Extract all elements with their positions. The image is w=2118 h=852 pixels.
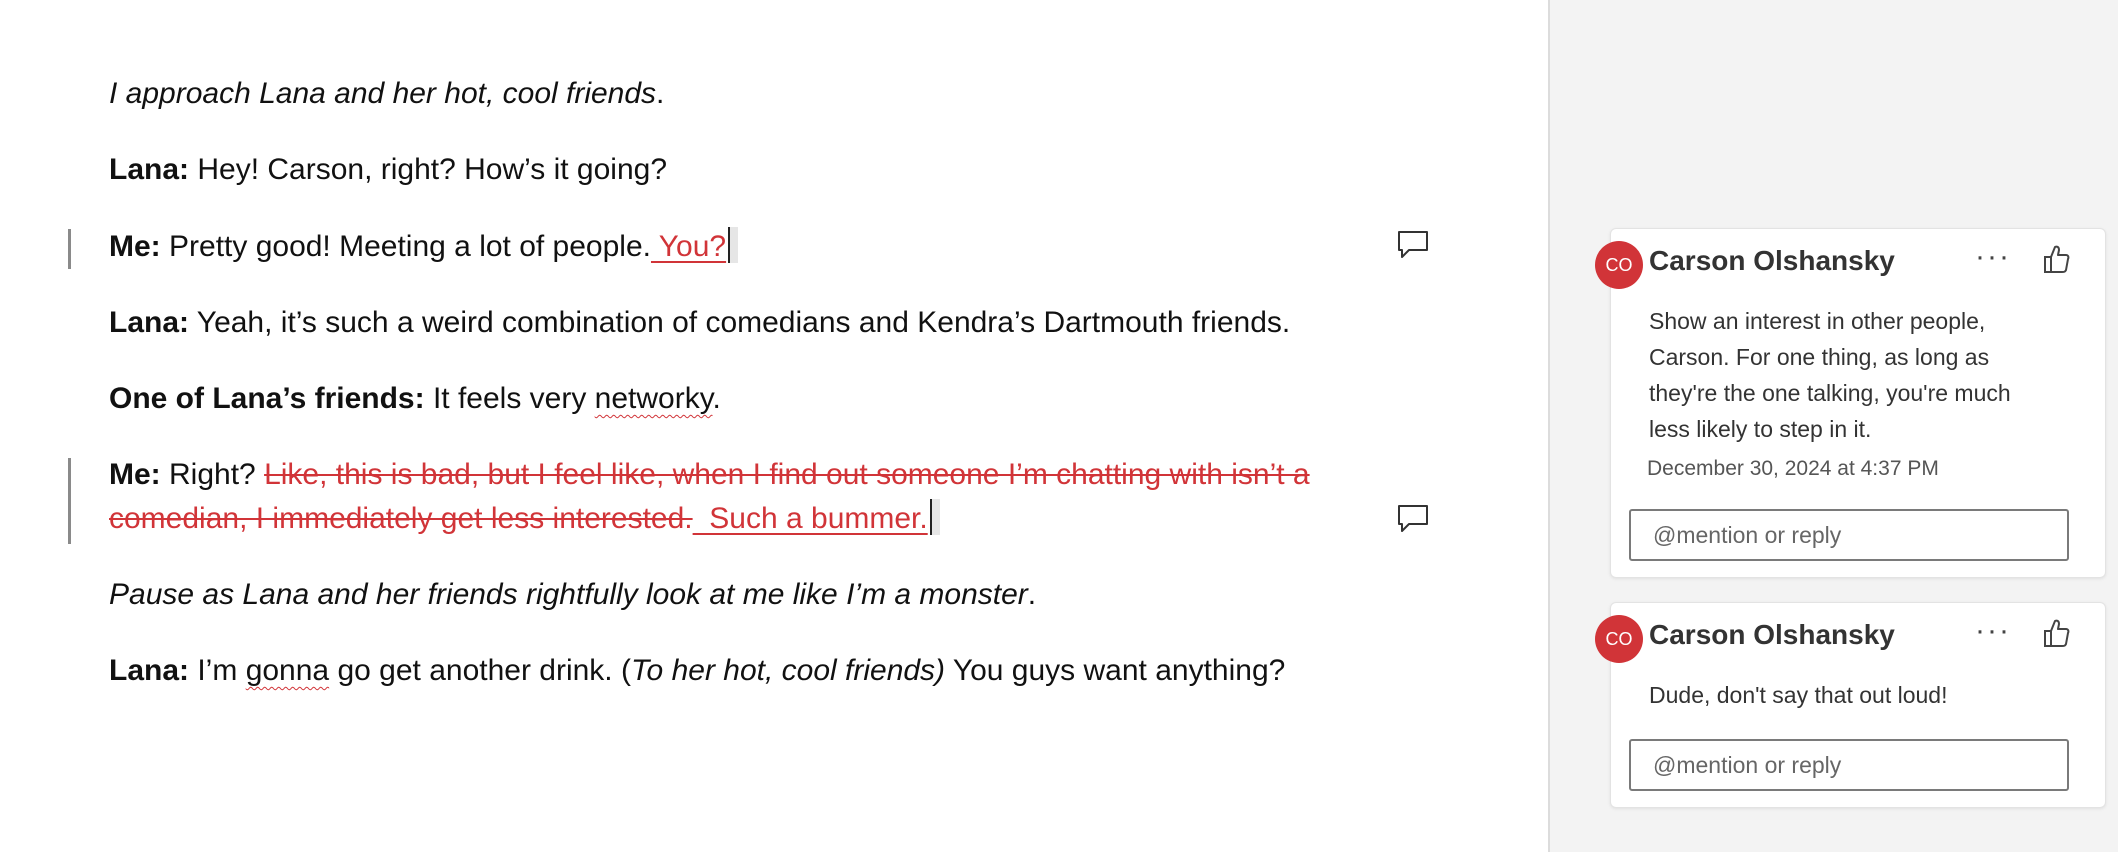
comment-line: they're the one talking, you're much xyxy=(1649,380,2011,406)
comment-icon[interactable] xyxy=(1396,503,1430,535)
stage-direction-text: Pause as Lana and her friends rightfully… xyxy=(109,578,1028,611)
comment-line: Carson. For one thing, as long as xyxy=(1649,344,1990,370)
change-bar xyxy=(68,229,71,269)
avatar: CO xyxy=(1595,241,1643,289)
comments-pane: CO Carson Olshansky ··· Show an interest… xyxy=(1548,0,2118,852)
paragraph-me-1[interactable]: Me: Pretty good! Meeting a lot of people… xyxy=(109,225,739,269)
comment-author: Carson Olshansky xyxy=(1649,245,1895,276)
speaker-label: Me: xyxy=(109,458,161,491)
more-options-icon[interactable]: ··· xyxy=(1975,616,2011,646)
speaker-label: One of Lana’s friends: xyxy=(109,382,425,415)
dialogue-text: Right? xyxy=(160,458,265,491)
stage-direction-inline: To her hot, cool friends) xyxy=(630,654,946,687)
dialogue-text: Pretty good! Meeting a lot of people. xyxy=(160,230,651,263)
more-options-icon[interactable]: ··· xyxy=(1975,242,2011,272)
paragraph-lana-3[interactable]: Lana: I’m gonna go get another drink. (T… xyxy=(109,649,1285,693)
paragraph-me-2-line-2[interactable]: comedian, I immediately get less interes… xyxy=(109,497,940,541)
misspelled-word[interactable]: gonna xyxy=(246,654,329,687)
text-cursor xyxy=(929,499,940,535)
dialogue-text: It feels very xyxy=(424,382,595,415)
speaker-label: Me: xyxy=(109,230,161,263)
dialogue-text: You guys want anything? xyxy=(945,654,1286,687)
comment-line: less likely to step in it. xyxy=(1649,416,1872,442)
paragraph-lana-2[interactable]: Lana: Yeah, it’s such a weird combinatio… xyxy=(109,301,1290,345)
dialogue-text-end: . xyxy=(712,382,721,415)
comment-card[interactable]: CO Carson Olshansky ··· Show an interest… xyxy=(1595,228,2106,578)
dialogue-text: go get another drink. ( xyxy=(329,654,631,687)
misspelled-word[interactable]: networky xyxy=(595,382,713,415)
dialogue-text: Hey! Carson, right? How’s it going? xyxy=(189,153,668,186)
comment-body: Dude, don't say that out loud! xyxy=(1649,677,2059,713)
comment-line: Show an interest in other people, xyxy=(1649,308,1986,334)
stage-direction-text: I approach Lana and her hot, cool friend… xyxy=(109,77,657,110)
comment-timestamp: December 30, 2024 at 4:37 PM xyxy=(1647,457,1939,480)
period: . xyxy=(656,77,665,110)
inserted-text: Such a bummer. xyxy=(692,502,928,535)
dialogue-text: Yeah, it’s such a weird combination of c… xyxy=(189,306,1291,339)
reply-input[interactable] xyxy=(1629,739,2069,791)
paragraph-stage-direction-1[interactable]: I approach Lana and her hot, cool friend… xyxy=(109,72,664,116)
comment-author: Carson Olshansky xyxy=(1649,619,1895,650)
text-cursor xyxy=(728,227,739,263)
avatar: CO xyxy=(1595,615,1643,663)
speaker-label: Lana: xyxy=(109,153,190,186)
change-bar xyxy=(68,458,71,544)
paragraph-me-2-line-1[interactable]: Me: Right? Like, this is bad, but I feel… xyxy=(109,453,1310,497)
inserted-text: You? xyxy=(650,230,727,263)
comment-line: Dude, don't say that out loud! xyxy=(1649,682,1948,708)
speaker-label: Lana: xyxy=(109,306,190,339)
like-icon[interactable] xyxy=(2041,617,2071,649)
reply-input[interactable] xyxy=(1629,509,2069,561)
period: . xyxy=(1027,578,1037,611)
deleted-text: Like, this is bad, but I feel like, when… xyxy=(264,458,1310,491)
paragraph-stage-direction-2[interactable]: Pause as Lana and her friends rightfully… xyxy=(109,573,1036,617)
comment-card[interactable]: CO Carson Olshansky ··· Dude, don't say … xyxy=(1595,602,2106,808)
document-canvas[interactable]: I approach Lana and her hot, cool friend… xyxy=(0,0,1548,852)
paragraph-friend[interactable]: One of Lana’s friends: It feels very net… xyxy=(109,377,721,421)
like-icon[interactable] xyxy=(2041,243,2071,275)
comment-icon[interactable] xyxy=(1396,229,1430,261)
paragraph-lana-1[interactable]: Lana: Hey! Carson, right? How’s it going… xyxy=(109,148,667,192)
speaker-label: Lana: xyxy=(109,654,190,687)
dialogue-text: I’m xyxy=(189,654,246,687)
comment-body: Show an interest in other people, Carson… xyxy=(1649,303,2059,447)
deleted-text: comedian, I immediately get less interes… xyxy=(109,502,693,535)
